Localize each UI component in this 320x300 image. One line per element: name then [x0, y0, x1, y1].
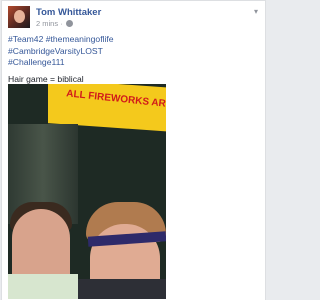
chevron-down-icon[interactable]: ▾	[254, 7, 258, 16]
author-name[interactable]: Tom Whittaker	[36, 7, 101, 18]
post-meta: 2 mins ·	[36, 19, 73, 28]
avatar-face	[14, 10, 25, 23]
hashtag-line-1[interactable]: #Team42 #themeaningoflife	[8, 34, 258, 46]
avatar[interactable]	[8, 6, 30, 28]
post-photo[interactable]: ALL FIREWORKS AR	[8, 84, 166, 299]
globe-icon[interactable]	[65, 20, 73, 27]
person-left-shirt	[8, 274, 78, 299]
post-card: Tom Whittaker 2 mins · ▾ #Team42 #themea…	[1, 0, 266, 300]
post-time[interactable]: 2 mins	[36, 19, 58, 28]
hashtag-line-2[interactable]: #CambridgeVarsityLOST	[8, 46, 258, 58]
hashtag-line-3[interactable]: #Challenge111	[8, 57, 258, 69]
meta-separator: ·	[60, 19, 63, 28]
person-right-body	[78, 279, 166, 299]
post-body: #Team42 #themeaningoflife #CambridgeVars…	[8, 34, 258, 85]
